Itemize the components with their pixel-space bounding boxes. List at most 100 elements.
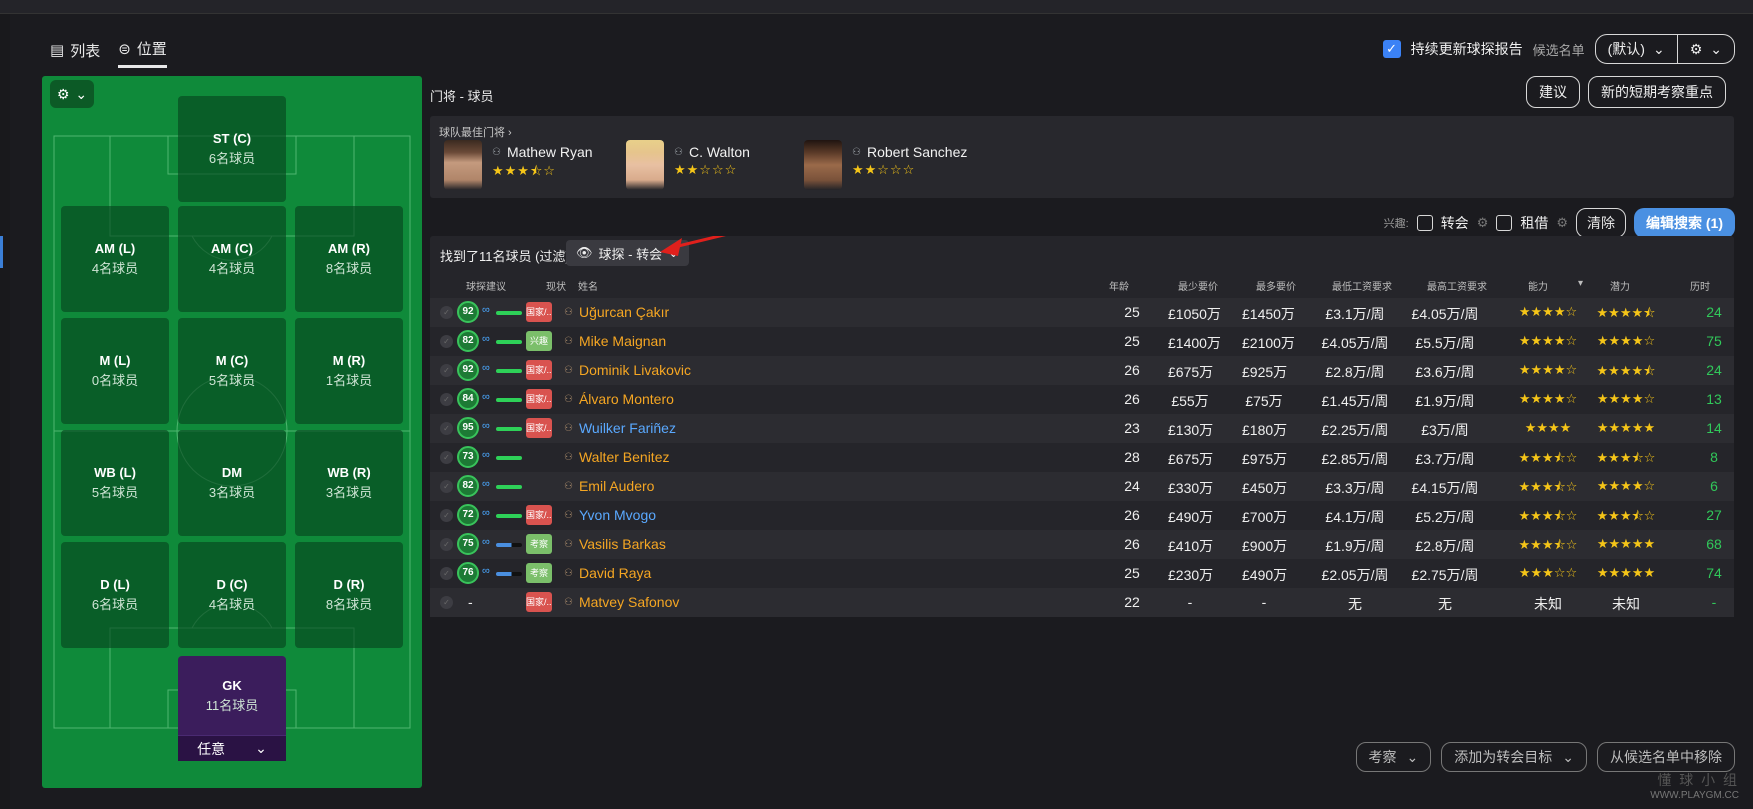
cell-age: 26 — [1124, 507, 1140, 523]
row-select-checkbox[interactable]: ✓ — [440, 335, 453, 348]
transfer-checkbox[interactable] — [1416, 215, 1433, 231]
position-view-tab[interactable]: ⊜ 位置 — [118, 38, 167, 68]
row-select-checkbox[interactable]: ✓ — [440, 364, 453, 377]
player-name-link[interactable]: ⚇ Walter Benitez — [564, 449, 669, 465]
table-row[interactable]: ✓ - 国家/... ⚇ Matvey Safonov 22 - - 无 无 未知 未知 - — [430, 588, 1734, 617]
position-m-l[interactable]: M (L) 0名球员 — [61, 318, 169, 424]
row-select-checkbox[interactable]: ✓ — [440, 567, 453, 580]
table-row[interactable]: ✓ 75 ∞ 考察 ⚇ Vasilis Barkas 26 £410万 £900万 £1.9万/周… — [430, 530, 1734, 559]
gear-icon[interactable]: ⚙ — [1477, 215, 1489, 231]
cell-ability: ★★★☆☆ — [1518, 565, 1578, 580]
scout-button[interactable]: 考察 ⌄ — [1355, 742, 1432, 772]
edit-search-button[interactable]: 编辑搜索 (1) — [1634, 208, 1735, 238]
best-keeper-card[interactable]: ⚇ Robert Sanchez ★★☆☆☆ — [804, 140, 967, 190]
cell-max-price: £975万 — [1242, 451, 1288, 467]
position-dm[interactable]: DM 3名球员 — [178, 430, 286, 536]
table-row[interactable]: ✓ 72 ∞ 国家/... ⚇ Yvon Mvogo 26 £490万 £700万 £4.1万/周… — [430, 501, 1734, 530]
add-target-button[interactable]: 添加为转会目标 ⌄ — [1441, 742, 1587, 772]
player-name-link[interactable]: ⚇ Uğurcan Çakır — [564, 304, 669, 320]
row-select-checkbox[interactable]: ✓ — [440, 306, 453, 319]
position-d-l[interactable]: D (L) 6名球员 — [61, 542, 169, 648]
col-ability[interactable]: 能力 — [1528, 278, 1548, 293]
pitch-settings-button[interactable]: ⚙ ⌄ — [50, 80, 94, 108]
view-dropdown[interactable]: 👁 球探 - 转会 ⌄ — [566, 240, 689, 266]
player-name-link[interactable]: ⚇ Mike Maignan — [564, 333, 666, 349]
cell-potential: ★★★⯪☆ — [1596, 450, 1656, 465]
player-name-link[interactable]: ⚇ Yvon Mvogo — [564, 507, 656, 523]
position-am-r[interactable]: AM (R) 8名球员 — [295, 206, 403, 312]
table-row[interactable]: ✓ 82 ∞ 兴趣 ⚇ Mike Maignan 25 £1400万 £2100万 £4.05万/… — [430, 327, 1734, 356]
row-select-checkbox[interactable]: ✓ — [440, 480, 453, 493]
position-am-c[interactable]: AM (C) 4名球员 — [178, 206, 286, 312]
keeper-stars: ★★☆☆☆ — [852, 162, 916, 177]
remove-shortlist-button[interactable]: 从候选名单中移除 — [1597, 742, 1735, 772]
binoculars-icon: ∞ — [482, 420, 490, 432]
player-name-link[interactable]: ⚇ Matvey Safonov — [564, 594, 679, 610]
best-keepers-title[interactable]: 球队最佳门将 › — [439, 124, 512, 140]
filter-row: 兴趣: 转会 ⚙ 租借 ⚙ 清除 编辑搜索 (1) — [1384, 208, 1735, 238]
position-icon: ⊜ — [118, 40, 131, 58]
recommendation-badge: 95 — [457, 417, 479, 439]
player-name-link[interactable]: ⚇ Vasilis Barkas — [564, 536, 666, 552]
row-select-checkbox[interactable]: ✓ — [440, 451, 453, 464]
table-row[interactable]: ✓ 82 ∞ ⚇ Emil Audero 24 £330万 £450万 £3.3万/周 £4.15… — [430, 472, 1734, 501]
table-row[interactable]: ✓ 76 ∞ 考察 ⚇ David Raya 25 £230万 £490万 £2.05万/周 £2.… — [430, 559, 1734, 588]
best-keeper-card[interactable]: ⚇ C. Walton ★★☆☆☆ — [626, 140, 750, 190]
auto-update-checkbox[interactable]: ✓ — [1382, 40, 1401, 58]
position-m-c[interactable]: M (C) 5名球员 — [178, 318, 286, 424]
shortlist-settings-button[interactable]: ⚙ ⌄ — [1677, 34, 1735, 64]
position-name: D (R) — [333, 577, 365, 592]
player-name-link[interactable]: ⚇ Álvaro Montero — [564, 391, 674, 407]
col-name[interactable]: 姓名 — [578, 278, 598, 293]
row-select-checkbox[interactable]: ✓ — [440, 538, 453, 551]
list-view-tab[interactable]: ▤ 列表 — [50, 38, 100, 68]
binoculars-icon: ∞ — [482, 391, 490, 403]
player-name-link[interactable]: ⚇ Emil Audero — [564, 478, 654, 494]
player-name-link[interactable]: ⚇ David Raya — [564, 565, 651, 581]
table-row[interactable]: ✓ 92 ∞ 国家/... ⚇ Dominik Livakovic 26 £675万 £925万… — [430, 356, 1734, 385]
keeper-stars: ★★★⯪☆ — [492, 163, 556, 178]
new-focus-button[interactable]: 新的短期考察重点 — [1588, 76, 1726, 108]
col-max-wage[interactable]: 最高工资要求 — [1427, 278, 1487, 293]
player-name-link[interactable]: ⚇ Dominik Livakovic — [564, 362, 691, 378]
col-history[interactable]: 历时 — [1690, 278, 1710, 293]
col-min-price[interactable]: 最少要价 — [1178, 278, 1218, 293]
row-select-checkbox[interactable]: ✓ — [440, 393, 453, 406]
position-d-r[interactable]: D (R) 8名球员 — [295, 542, 403, 648]
position-wb-r[interactable]: WB (R) 3名球员 — [295, 430, 403, 536]
position-wb-l[interactable]: WB (L) 5名球员 — [61, 430, 169, 536]
col-status[interactable]: 现状 — [546, 278, 566, 293]
col-rec[interactable]: 球探建议 — [466, 278, 506, 293]
loan-checkbox[interactable] — [1496, 215, 1513, 231]
sort-desc-icon[interactable]: ▾ — [1578, 278, 1583, 289]
cell-ability: ★★★★☆ — [1518, 391, 1578, 406]
position-m-r[interactable]: M (R) 1名球员 — [295, 318, 403, 424]
scout-progress-bar — [496, 398, 522, 402]
cell-min-wage: £2.85万/周 — [1321, 451, 1389, 467]
table-row[interactable]: ✓ 84 ∞ 国家/... ⚇ Álvaro Montero 26 £55万 £75万 £1.45… — [430, 385, 1734, 414]
row-select-checkbox[interactable]: ✓ — [440, 596, 453, 609]
table-row[interactable]: ✓ 73 ∞ ⚇ Walter Benitez 28 £675万 £975万 £2.85万/周 £… — [430, 443, 1734, 472]
clear-button[interactable]: 清除 — [1576, 208, 1626, 238]
row-select-checkbox[interactable]: ✓ — [440, 422, 453, 435]
position-gk[interactable]: GK 11名球员 任意 ⌄ — [178, 656, 286, 761]
watermark: 懂 球 小 组 WWW.PLAYGM.CC — [1650, 770, 1739, 801]
cell-min-wage: £3.1万/周 — [1325, 306, 1385, 322]
position-st-c[interactable]: ST (C) 6名球员 — [178, 96, 286, 202]
gear-icon[interactable]: ⚙ — [1556, 215, 1568, 231]
col-age[interactable]: 年龄 — [1109, 278, 1129, 293]
position-am-l[interactable]: AM (L) 4名球员 — [61, 206, 169, 312]
col-max-price[interactable]: 最多要价 — [1256, 278, 1296, 293]
gk-role-select[interactable]: 任意 ⌄ — [178, 735, 286, 761]
table-row[interactable]: ✓ 95 ∞ 国家/... ⚇ Wuilker Fariñez 23 £130万 £180万 £2… — [430, 414, 1734, 443]
table-row[interactable]: ✓ 92 ∞ 国家/... ⚇ Uğurcan Çakır 25 £1050万 £1450万 £3… — [430, 298, 1734, 327]
row-select-checkbox[interactable]: ✓ — [440, 509, 453, 522]
col-potential[interactable]: 潜力 — [1610, 278, 1630, 293]
col-min-wage[interactable]: 最低工资要求 — [1332, 278, 1392, 293]
position-d-c[interactable]: D (C) 4名球员 — [178, 542, 286, 648]
player-name-link[interactable]: ⚇ Wuilker Fariñez — [564, 420, 676, 436]
shortlist-dropdown[interactable]: (默认) ⌄ — [1594, 34, 1678, 64]
cell-age: 25 — [1124, 565, 1140, 581]
best-keeper-card[interactable]: ⚇ Mathew Ryan ★★★⯪☆ — [444, 140, 593, 190]
suggest-button[interactable]: 建议 — [1526, 76, 1580, 108]
